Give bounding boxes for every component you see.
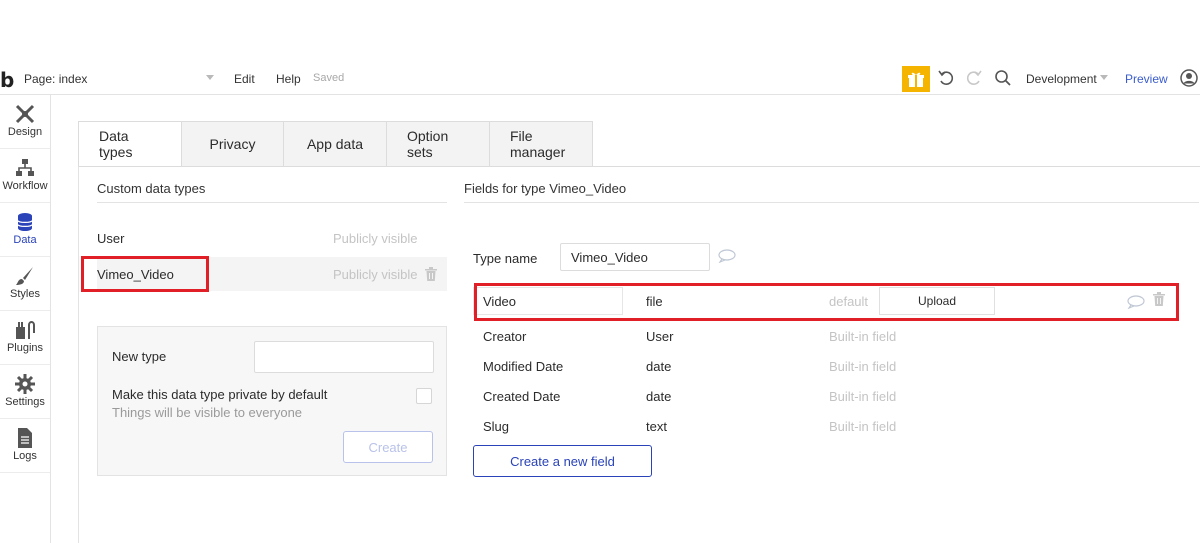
field-type: text (646, 419, 667, 434)
logs-icon (18, 428, 32, 448)
builtin-label: Built-in field (829, 389, 897, 404)
plugins-icon (16, 321, 35, 339)
field-type: date (646, 389, 672, 404)
page-selector[interactable]: Page: index (24, 72, 87, 86)
sidebar-item-label: Data (13, 234, 37, 246)
design-icon (15, 104, 35, 124)
field-row-slug: Slug text Built-in field (473, 411, 1173, 441)
data-editor: Data types Privacy App data Option sets … (78, 121, 1200, 543)
custom-types-column: Custom data types User Publicly visible … (81, 181, 447, 476)
type-name-input[interactable]: Vimeo_Video (560, 243, 710, 271)
new-type-label: New type (112, 349, 167, 364)
sidebar-item-label: Styles (10, 288, 40, 300)
chevron-down-icon[interactable] (1100, 75, 1108, 80)
sidebar-item-styles[interactable]: Styles (0, 257, 50, 311)
sidebar-item-label: Design (7, 126, 43, 138)
builtin-label: Built-in field (829, 359, 897, 374)
type-row-user[interactable]: User Publicly visible (97, 221, 447, 255)
new-type-form: New type Make this data type private by … (97, 326, 447, 476)
bubble-logo[interactable]: b (0, 68, 14, 92)
type-name: User (97, 231, 125, 246)
field-row-creator: Creator User Built-in field (473, 321, 1173, 351)
trash-icon[interactable] (425, 267, 437, 281)
custom-types-title: Custom data types (97, 181, 447, 203)
builtin-label: Built-in field (829, 329, 897, 344)
environment-selector[interactable]: Development (1026, 72, 1097, 86)
workflow-icon (16, 159, 34, 176)
tab-option-sets[interactable]: Option sets (387, 121, 490, 167)
chevron-down-icon[interactable] (206, 75, 214, 80)
fields-title: Fields for type Vimeo_Video (464, 181, 1199, 203)
gift-button[interactable] (902, 66, 930, 92)
field-name: Created Date (483, 389, 561, 404)
tab-file-manager[interactable]: File manager (490, 121, 593, 167)
sidebar-item-design[interactable]: Design (0, 95, 50, 149)
field-name: Modified Date (483, 359, 564, 374)
left-sidebar: Design Workflow Data Styles Plugins Sett… (0, 95, 51, 543)
private-default-label: Make this data type private by default (112, 387, 328, 402)
tab-privacy[interactable]: Privacy (182, 121, 284, 167)
type-visibility: Publicly visible (333, 231, 418, 246)
sidebar-item-plugins[interactable]: Plugins (0, 311, 50, 365)
gift-icon (908, 72, 924, 87)
fields-column: Fields for type Vimeo_Video Type name Vi… (464, 181, 1199, 477)
sidebar-item-logs[interactable]: Logs (0, 419, 50, 473)
tab-app-data[interactable]: App data (284, 121, 387, 167)
sidebar-item-label: Workflow (2, 180, 48, 192)
settings-icon (15, 374, 35, 394)
create-new-field-button[interactable]: Create a new field (473, 445, 652, 477)
sidebar-item-workflow[interactable]: Workflow (0, 149, 50, 203)
sidebar-item-data[interactable]: Data (0, 203, 50, 257)
new-type-input[interactable] (254, 341, 434, 373)
top-bar: b Page: index Edit Help Saved Developmen… (0, 62, 1200, 95)
field-row-created-date: Created Date date Built-in field (473, 381, 1173, 411)
styles-icon (16, 267, 33, 285)
builtin-label: Built-in field (829, 419, 897, 434)
data-icon (17, 213, 33, 231)
type-visibility: Publicly visible (333, 267, 418, 282)
private-default-checkbox[interactable] (416, 388, 432, 404)
edit-menu[interactable]: Edit (234, 72, 255, 86)
highlight-box (474, 283, 1179, 321)
account-icon[interactable] (1180, 69, 1198, 87)
type-name-label: Type name (473, 251, 538, 266)
help-menu[interactable]: Help (276, 72, 301, 86)
save-status: Saved (313, 72, 345, 84)
undo-icon[interactable] (936, 68, 956, 88)
field-name: Creator (483, 329, 527, 344)
create-type-button[interactable]: Create (343, 431, 433, 463)
comment-icon[interactable] (718, 249, 736, 263)
tab-data-types[interactable]: Data types (78, 121, 182, 167)
sidebar-item-label: Settings (5, 396, 45, 408)
private-default-hint: Things will be visible to everyone (112, 405, 303, 420)
sidebar-item-label: Plugins (6, 342, 44, 354)
sidebar-item-settings[interactable]: Settings (0, 365, 50, 419)
redo-icon[interactable] (964, 68, 984, 88)
highlight-box (81, 256, 209, 292)
search-icon[interactable] (993, 68, 1013, 88)
field-row-modified-date: Modified Date date Built-in field (473, 351, 1173, 381)
sidebar-item-label: Logs (13, 450, 37, 462)
field-type: date (646, 359, 672, 374)
data-tabs: Data types Privacy App data Option sets … (78, 121, 593, 167)
field-type: User (646, 329, 674, 344)
data-types-panel: Custom data types User Publicly visible … (78, 166, 1200, 543)
field-name: Slug (483, 419, 510, 434)
preview-link[interactable]: Preview (1125, 72, 1168, 86)
